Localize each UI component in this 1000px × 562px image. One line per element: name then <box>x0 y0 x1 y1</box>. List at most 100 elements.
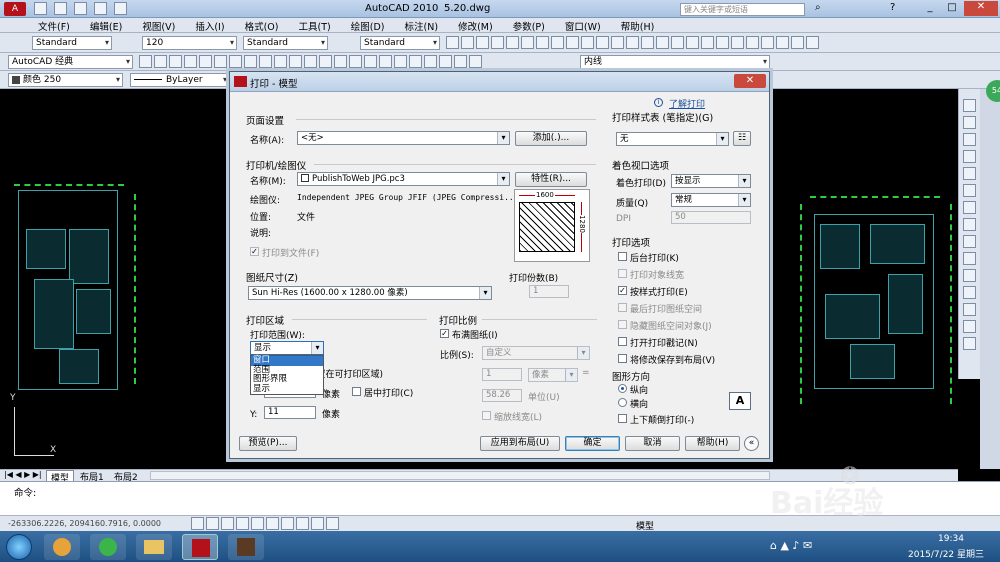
start-button[interactable] <box>6 534 32 560</box>
lock-icon[interactable] <box>454 55 467 68</box>
color-select[interactable]: 颜色 250 <box>8 73 123 87</box>
apply-to-layout-button[interactable]: 应用到布局(U) <box>480 436 560 451</box>
center-plot-checkbox[interactable] <box>352 387 361 396</box>
save-to-layout-checkbox[interactable] <box>618 354 627 363</box>
copy-object-icon[interactable] <box>963 116 976 129</box>
help-icon[interactable]: ? <box>890 2 895 13</box>
taskbar-app-2[interactable] <box>90 534 126 560</box>
menu-modify[interactable]: 修改(M) <box>458 22 493 33</box>
publish-icon[interactable] <box>521 36 534 49</box>
mtext-icon[interactable] <box>394 55 407 68</box>
minimize-icon[interactable]: _ <box>920 2 940 13</box>
plot-with-styles-checkbox[interactable]: ✓ <box>618 286 627 295</box>
extend-icon[interactable] <box>963 269 976 282</box>
chamfer-icon[interactable] <box>963 320 976 333</box>
scale-select[interactable]: 自定义 <box>482 346 590 360</box>
copy-icon[interactable] <box>566 36 579 49</box>
color-square-icon[interactable] <box>469 55 482 68</box>
undo-icon[interactable] <box>626 36 639 49</box>
help-button[interactable]: 帮助(H) <box>685 436 740 451</box>
dim-style-select[interactable]: Standard <box>243 36 328 50</box>
fillet-icon[interactable] <box>963 337 976 350</box>
construction-line-icon[interactable] <box>154 55 167 68</box>
hatch-icon[interactable] <box>334 55 347 68</box>
background-plot-checkbox[interactable] <box>618 252 627 261</box>
3d-dwf-icon[interactable] <box>536 36 549 49</box>
design-center-icon[interactable] <box>731 36 744 49</box>
clock-date[interactable]: 2015/7/22 星期三 <box>908 547 984 560</box>
clock-time[interactable]: 19:34 <box>938 534 964 544</box>
menu-tools[interactable]: 工具(T) <box>299 22 331 33</box>
fit-to-paper-checkbox[interactable]: ✓ <box>440 329 449 338</box>
new-icon[interactable] <box>446 36 459 49</box>
block-editor-icon[interactable] <box>611 36 624 49</box>
save-icon[interactable] <box>476 36 489 49</box>
ortho-icon[interactable] <box>221 517 234 530</box>
text-style-select[interactable]: Standard <box>32 36 112 50</box>
tab-nav-arrows[interactable]: |◀ ◀ ▶ ▶| <box>4 470 42 479</box>
match-properties-icon[interactable] <box>596 36 609 49</box>
plot-lineweights-checkbox[interactable] <box>618 269 627 278</box>
point-icon[interactable] <box>319 55 332 68</box>
cancel-button[interactable]: 取消 <box>625 436 680 451</box>
zoom-previous-icon[interactable] <box>701 36 714 49</box>
tool-palettes-icon[interactable] <box>746 36 759 49</box>
insert-block-icon[interactable] <box>289 55 302 68</box>
move-icon[interactable] <box>963 184 976 197</box>
print-icon[interactable] <box>491 36 504 49</box>
grid-icon[interactable] <box>206 517 219 530</box>
redo-icon[interactable] <box>113 2 127 15</box>
properties-icon[interactable] <box>716 36 729 49</box>
bulb-icon[interactable] <box>424 55 437 68</box>
menu-file[interactable]: 文件(F) <box>38 22 70 33</box>
close-icon[interactable]: ✕ <box>964 1 998 16</box>
menu-draw[interactable]: 绘图(D) <box>351 22 385 33</box>
copies-spinner[interactable]: 1 <box>529 285 569 298</box>
menu-view[interactable]: 视图(V) <box>142 22 175 33</box>
rectangle-icon[interactable] <box>199 55 212 68</box>
scale-unit1-select[interactable]: 像素 <box>528 368 578 382</box>
menu-dimension[interactable]: 标注(N) <box>405 22 439 33</box>
taskbar-app-1[interactable] <box>44 534 80 560</box>
printer-name-select[interactable]: PublishToWeb JPG.pc3 <box>297 172 510 186</box>
menu-window[interactable]: 窗口(W) <box>565 22 601 33</box>
dyn-icon[interactable] <box>296 517 309 530</box>
circle-icon[interactable] <box>229 55 242 68</box>
region-icon[interactable] <box>364 55 377 68</box>
menu-insert[interactable]: 插入(I) <box>195 22 224 33</box>
offset-icon[interactable] <box>963 150 976 163</box>
table-icon[interactable] <box>379 55 392 68</box>
new-file-icon[interactable] <box>34 2 47 15</box>
line-icon[interactable] <box>139 55 152 68</box>
horizontal-scrollbar[interactable] <box>150 471 770 480</box>
paper-size-select[interactable]: Sun Hi-Res (1600.00 x 1280.00 像素) <box>248 286 492 300</box>
spline-icon[interactable] <box>259 55 272 68</box>
plot-range-select[interactable]: 显示 <box>250 341 324 355</box>
make-block-icon[interactable] <box>304 55 317 68</box>
dpi-input[interactable]: 50 <box>671 211 751 224</box>
polygon-icon[interactable] <box>184 55 197 68</box>
redo-icon[interactable] <box>641 36 654 49</box>
open-icon[interactable] <box>461 36 474 49</box>
portrait-radio[interactable] <box>618 384 627 393</box>
trim-icon[interactable] <box>963 252 976 265</box>
markup-icon[interactable] <box>776 36 789 49</box>
ducs-icon[interactable] <box>281 517 294 530</box>
search-icon[interactable]: ⌕ <box>815 2 821 13</box>
snap-icon[interactable] <box>191 517 204 530</box>
printer-properties-button[interactable]: 特性(R)... <box>515 172 587 187</box>
break-icon[interactable] <box>963 286 976 299</box>
landscape-radio[interactable] <box>618 398 627 407</box>
add-page-setup-button[interactable]: 添加(.)... <box>515 131 587 146</box>
preview-button[interactable]: 预览(P)... <box>239 436 297 451</box>
help-icon[interactable] <box>806 36 819 49</box>
taskbar-app-3[interactable] <box>136 534 172 560</box>
array-icon[interactable] <box>963 167 976 180</box>
shade-plot-select[interactable]: 按显示 <box>671 174 751 188</box>
preview-icon[interactable] <box>506 36 519 49</box>
scale-value2-input[interactable]: 58.26 <box>482 389 522 402</box>
offset-y-input[interactable]: 11 <box>264 406 316 419</box>
plot-paperspace-last-checkbox[interactable] <box>618 303 627 312</box>
help-link[interactable]: 了解打印 <box>669 97 705 110</box>
zoom-window-icon[interactable] <box>686 36 699 49</box>
